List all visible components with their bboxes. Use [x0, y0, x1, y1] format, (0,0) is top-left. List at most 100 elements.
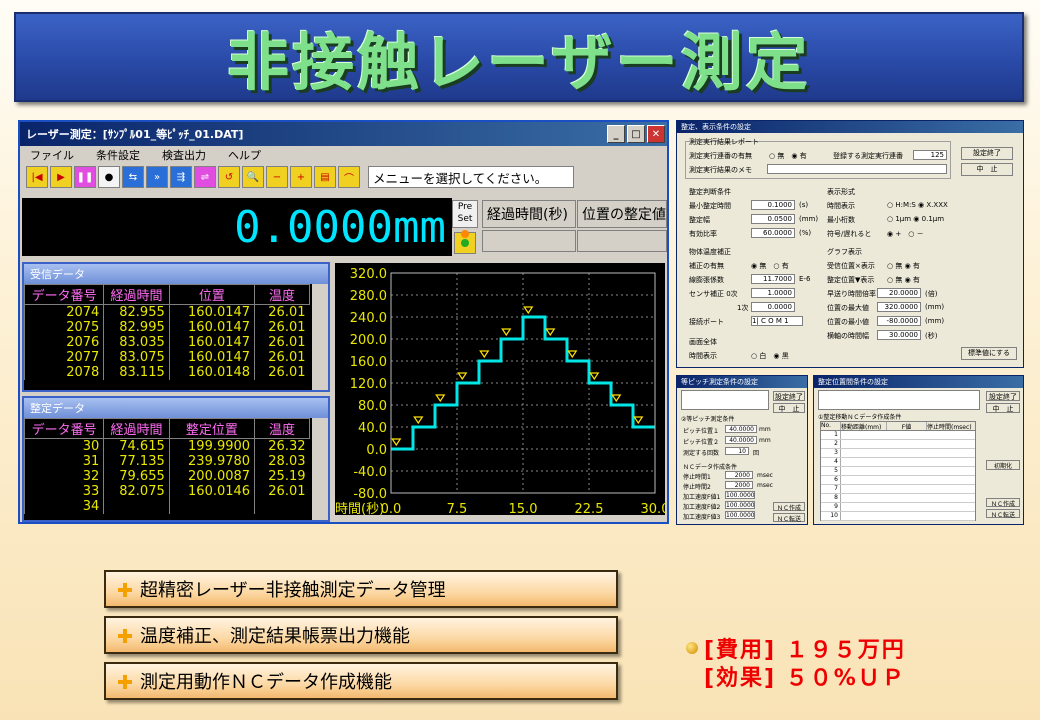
menu-output[interactable]: 検査出力: [162, 147, 206, 163]
received-scrollbar[interactable]: [312, 284, 328, 390]
standard-button[interactable]: 標準値にする: [961, 347, 1017, 360]
table-row[interactable]: 8: [821, 494, 975, 503]
count-input[interactable]: 10: [725, 447, 749, 455]
table-row[interactable]: 5: [821, 467, 975, 476]
min-time-input[interactable]: 0.1000: [751, 200, 795, 210]
table-row[interactable]: 2078 83.115 160.0148 26.01: [23, 365, 310, 380]
g1-radio[interactable]: ○ 無 ◉ 有: [887, 261, 920, 271]
width-input[interactable]: 0.0500: [751, 214, 795, 224]
bg-radio[interactable]: ○ 白 ◉ 黒: [751, 351, 789, 361]
sensor0-input[interactable]: 1.0000: [751, 288, 795, 298]
pitch-cancel-button[interactable]: 中 止: [773, 403, 805, 413]
table-row[interactable]: 30 74.615 199.9900 26.32: [23, 438, 310, 454]
tw-input[interactable]: 30.0000: [877, 330, 921, 340]
table-row[interactable]: 32 79.655 200.0087 25.19: [23, 469, 310, 484]
settings-cancel-button[interactable]: 中 止: [961, 163, 1013, 176]
pitch-titlebar: 等ピッチ測定条件の設定: [677, 376, 807, 388]
table-row[interactable]: 10: [821, 512, 975, 521]
undo-icon[interactable]: ↺: [218, 166, 240, 188]
minimize-button[interactable]: _: [607, 125, 625, 143]
unit-label: 回: [753, 450, 760, 457]
temp-radio[interactable]: ◉ 無 ○ 有: [751, 261, 789, 271]
settle-marker: [435, 394, 446, 403]
digits-radio[interactable]: ○ 1μm ◉ 0.1μm: [887, 215, 944, 223]
p2-input[interactable]: 40.0000: [725, 436, 757, 444]
settled-scrollbar[interactable]: [312, 418, 328, 520]
a1-input[interactable]: 100.0000: [725, 491, 755, 499]
table-row[interactable]: 2076 83.035 160.0147 26.01: [23, 335, 310, 350]
table-row[interactable]: 4: [821, 458, 975, 467]
pmin-input[interactable]: -80.0000: [877, 316, 921, 326]
pause-icon[interactable]: ❚❚: [74, 166, 96, 188]
table-row[interactable]: 2077 83.075 160.0147 26.01: [23, 350, 310, 365]
step-icon[interactable]: ⇆: [122, 166, 144, 188]
table-row[interactable]: 7: [821, 485, 975, 494]
preset-button[interactable]: Pre Set: [452, 200, 478, 228]
forward-icon[interactable]: »: [146, 166, 168, 188]
sign-radio[interactable]: ◉ + ○ －: [887, 229, 924, 239]
time-format-radio[interactable]: ○ H:M:S ◉ X.XXX: [887, 201, 948, 209]
table-row[interactable]: 6: [821, 476, 975, 485]
settle-marker: [633, 416, 644, 425]
report-no-radio[interactable]: ○ 無 ◉ 有: [769, 151, 807, 161]
table-row[interactable]: 2075 82.995 160.0147 26.01: [23, 320, 310, 335]
zoom-in-icon[interactable]: +: [290, 166, 312, 188]
nc-end-button[interactable]: 設定終了: [986, 391, 1020, 401]
menu-conditions[interactable]: 条件設定: [96, 147, 140, 163]
g2-radio[interactable]: ○ 無 ◉ 有: [887, 275, 920, 285]
table-row[interactable]: 3: [821, 449, 975, 458]
s2-input[interactable]: 2000: [725, 481, 753, 489]
print-icon[interactable]: ▤: [314, 166, 336, 188]
settings-end-button[interactable]: 設定終了: [961, 147, 1013, 160]
col-header: No.: [821, 422, 841, 430]
nc2-send-button[interactable]: ＮＣ転送: [986, 509, 1020, 519]
nc-cancel-button[interactable]: 中 止: [986, 403, 1020, 413]
temp-has-label: 補正の有無: [689, 262, 724, 270]
fast-icon[interactable]: ⇶: [170, 166, 192, 188]
zoom-icon[interactable]: 🔍: [242, 166, 264, 188]
table-row[interactable]: 31 77.135 239.9780 28.03: [23, 454, 310, 469]
p1-input[interactable]: 40.0000: [725, 425, 757, 433]
record-icon[interactable]: ●: [98, 166, 120, 188]
maximize-button[interactable]: □: [627, 125, 645, 143]
serial-input[interactable]: 125: [913, 150, 947, 160]
menu-file[interactable]: ファイル: [30, 147, 74, 163]
table-row[interactable]: 2074 82.955 160.0147 26.01: [23, 304, 310, 320]
table-row[interactable]: 2: [821, 440, 975, 449]
nc-make-button[interactable]: ＮＣ作成: [773, 502, 805, 512]
unit-label: (倍): [925, 290, 938, 298]
y-tick-label: 40.0: [358, 421, 387, 436]
zoom-out-icon[interactable]: −: [266, 166, 288, 188]
p1-label: ピッチ位置１: [683, 428, 720, 435]
nc2-make-button[interactable]: ＮＣ作成: [986, 498, 1020, 508]
speed-input[interactable]: 20.0000: [877, 288, 921, 298]
play-icon[interactable]: ▶: [50, 166, 72, 188]
nc-init-button[interactable]: 初期化: [986, 460, 1020, 470]
s1-input[interactable]: 2000: [725, 471, 753, 479]
a3-input[interactable]: 100.0000: [725, 511, 755, 519]
ratio-input[interactable]: 60.0000: [751, 228, 795, 238]
pmax-input[interactable]: 320.0000: [877, 302, 921, 312]
y-tick-label: 120.0: [350, 377, 387, 392]
col-header: 整定位置: [168, 418, 256, 439]
table-row[interactable]: 1: [821, 431, 975, 440]
memo-input[interactable]: [767, 164, 947, 174]
nc-send-button[interactable]: ＮＣ転送: [773, 513, 805, 523]
table-row[interactable]: 34: [23, 499, 310, 514]
close-button[interactable]: ✕: [647, 125, 665, 143]
coef-input[interactable]: 11.7000: [751, 274, 795, 284]
a2-input[interactable]: 100.0000: [725, 501, 755, 509]
table-row[interactable]: 33 82.075 160.0146 26.01: [23, 484, 310, 499]
first-icon[interactable]: |◀: [26, 166, 48, 188]
col-header: 経過時間: [103, 284, 170, 305]
pitch-end-button[interactable]: 設定終了: [773, 391, 805, 401]
wave-icon[interactable]: ⌒: [338, 166, 360, 188]
nc-table[interactable]: No. 移動距離(mm) F値 停止時間(msec) 1 2 3 4 5 6 7 8 9 10: [820, 421, 976, 521]
table-row[interactable]: 9: [821, 503, 975, 512]
a2-label: 加工速度F値2: [683, 504, 721, 511]
width-label: 整定幅: [689, 216, 710, 224]
sensor1-input[interactable]: 0.0000: [751, 302, 795, 312]
port-select[interactable]: 1| C O M 1: [751, 316, 803, 326]
pitch-icon[interactable]: ⇌: [194, 166, 216, 188]
menu-help[interactable]: ヘルプ: [228, 147, 261, 163]
